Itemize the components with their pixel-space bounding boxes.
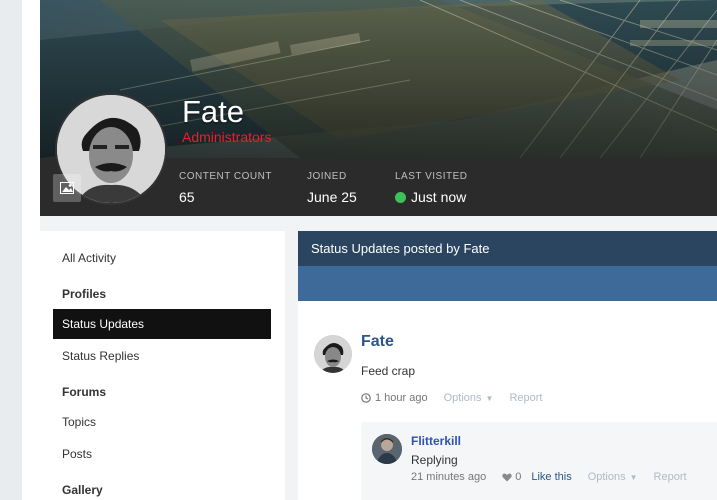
- post-options-menu[interactable]: Options ▼: [444, 392, 494, 404]
- image-icon: [60, 182, 74, 194]
- caret-down-icon: ▼: [485, 393, 494, 403]
- stat-value-row: Just now: [395, 188, 468, 206]
- reply-report-link[interactable]: Report: [654, 471, 687, 483]
- profile-header: Fate Administrators Content Count 65 Joi…: [40, 0, 717, 216]
- sidebar-item-all-activity[interactable]: All Activity: [53, 243, 271, 273]
- heart-icon: [502, 473, 512, 482]
- page-background: [0, 0, 22, 500]
- options-label: Options: [587, 471, 626, 483]
- status-updates-panel: Status Updates posted by Fate Fate Feed …: [298, 231, 717, 500]
- sidebar-item-status-updates[interactable]: Status Updates: [53, 309, 271, 339]
- page-gutter: [22, 0, 40, 500]
- options-label: Options: [443, 392, 482, 404]
- reply-content: Replying: [411, 453, 458, 467]
- post-author-avatar[interactable]: [314, 335, 352, 373]
- panel-title: Status Updates posted by Fate: [298, 231, 717, 266]
- post-report-link[interactable]: Report: [509, 392, 542, 404]
- stat-value: Just now: [411, 189, 467, 205]
- stat-label: Last Visited: [395, 171, 468, 182]
- stat-value: 65: [179, 189, 195, 205]
- panel-band: [298, 266, 717, 301]
- profile-group: Administrators: [182, 129, 272, 145]
- sidebar-item-topics[interactable]: Topics: [53, 407, 271, 437]
- reply-meta: 21 minutes ago 0 Like this Options ▼ Rep…: [411, 471, 687, 483]
- reply-author-name[interactable]: Flitterkill: [411, 434, 461, 448]
- sidebar-heading-forums: Forums: [62, 385, 107, 399]
- sidebar-item-posts[interactable]: Posts: [53, 439, 271, 469]
- like-count: 0: [502, 471, 521, 483]
- stat-label: Joined: [307, 171, 347, 182]
- post-content: Feed crap: [361, 364, 416, 378]
- caret-down-icon: ▼: [629, 472, 638, 482]
- activity-sidebar: All Activity Profiles Status Updates Sta…: [40, 231, 285, 500]
- stat-last-visited: Last Visited Just now: [395, 171, 468, 206]
- stat-content-count: Content Count 65: [179, 171, 272, 206]
- reply-timestamp[interactable]: 21 minutes ago: [411, 471, 486, 483]
- stat-label: Content Count: [179, 171, 272, 182]
- like-this-link[interactable]: Like this: [531, 471, 571, 483]
- online-status-icon: [395, 191, 406, 203]
- stat-joined: Joined June 25: [307, 171, 357, 206]
- like-count-value: 0: [515, 471, 522, 483]
- profile-username: Fate: [182, 94, 245, 129]
- reply-options-menu[interactable]: Options ▼: [588, 471, 638, 483]
- stat-value: June 25: [307, 189, 357, 205]
- sidebar-item-status-replies[interactable]: Status Replies: [53, 341, 271, 371]
- post-timestamp[interactable]: 1 hour ago: [375, 392, 428, 404]
- clock-icon: [361, 393, 371, 403]
- sidebar-heading-profiles: Profiles: [62, 287, 107, 301]
- change-cover-photo-button[interactable]: [53, 174, 81, 202]
- reply-author-avatar[interactable]: [372, 434, 402, 464]
- post-author-name[interactable]: Fate: [361, 333, 394, 351]
- status-reply: Flitterkill Replying 21 minutes ago 0 Li…: [361, 422, 717, 500]
- post-meta: 1 hour ago Options ▼ Report: [361, 392, 542, 404]
- sidebar-heading-gallery: Gallery: [62, 483, 103, 497]
